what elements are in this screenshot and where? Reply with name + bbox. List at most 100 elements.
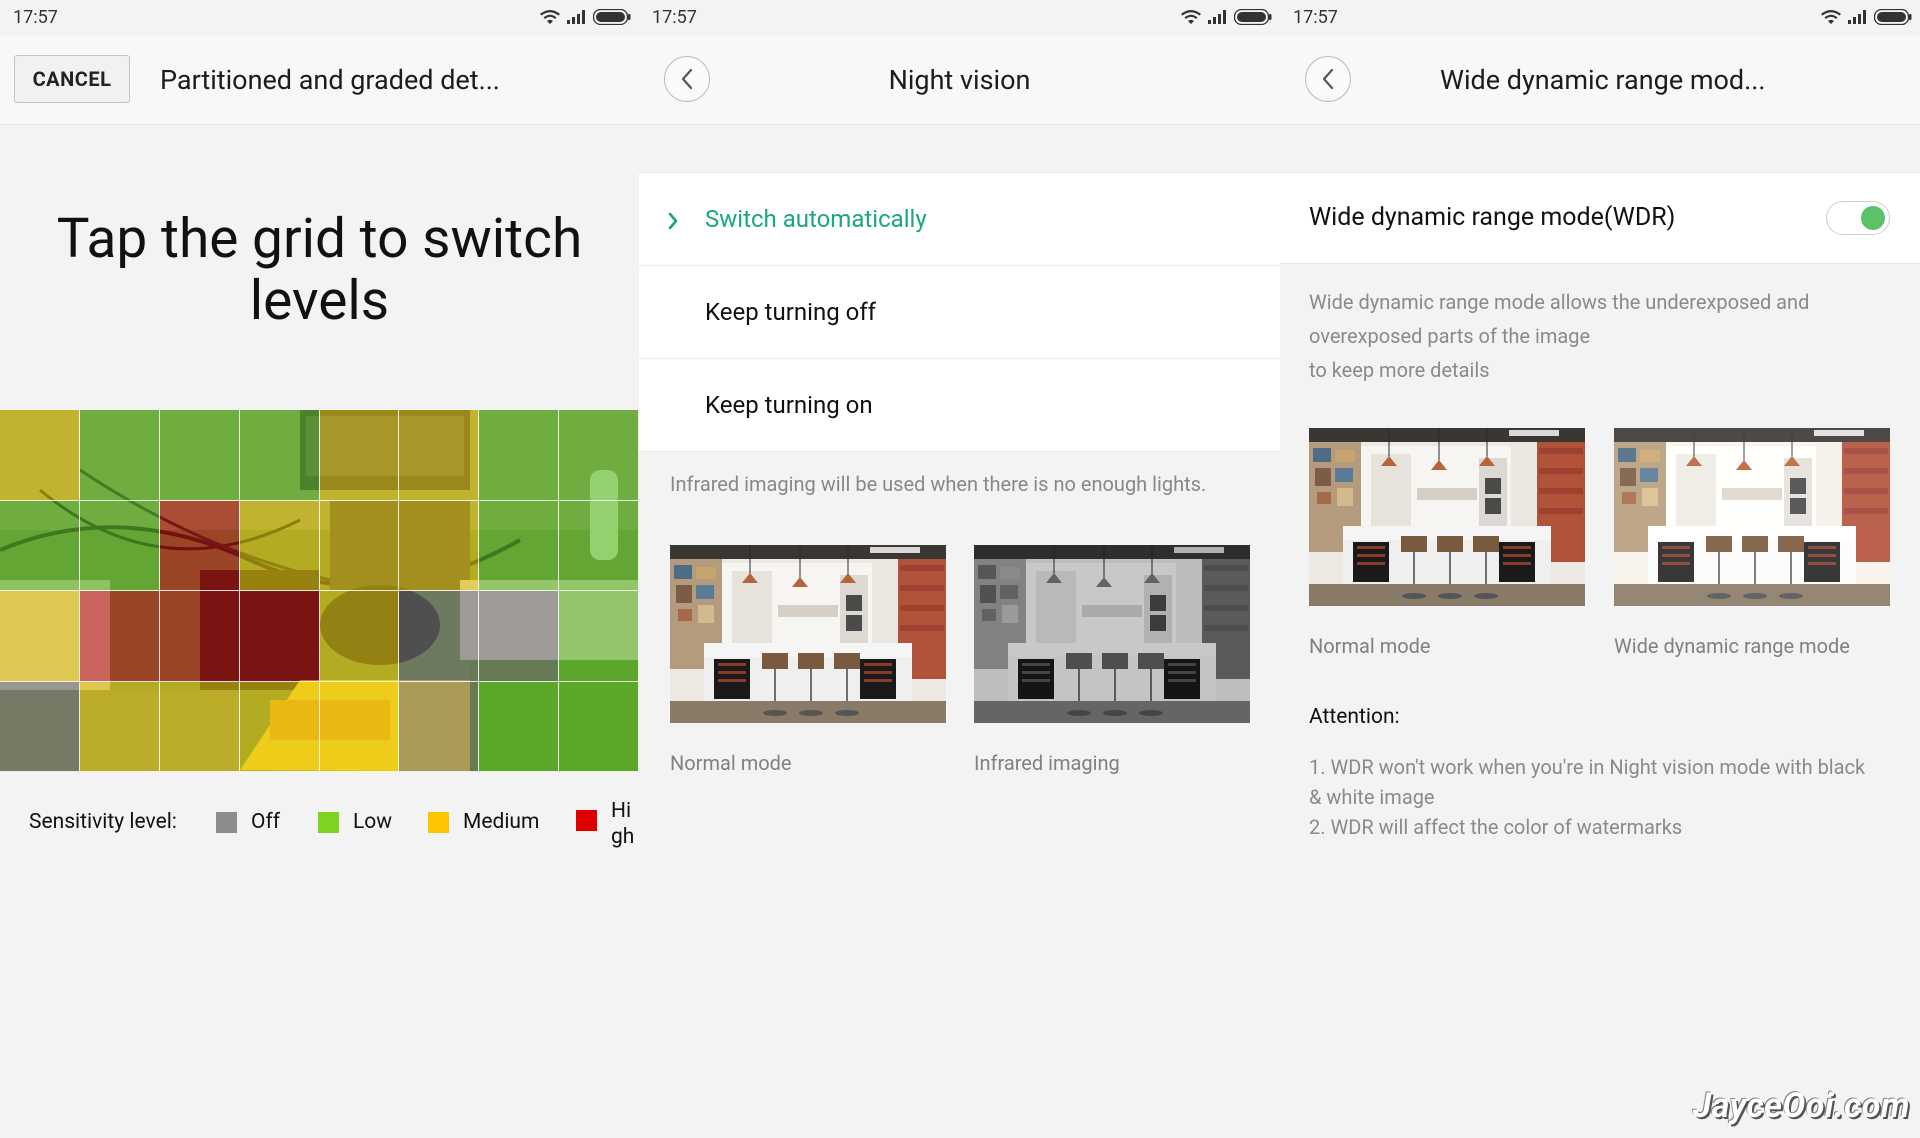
grid-cell-low[interactable] [239,410,320,501]
option-label: Keep turning off [705,298,876,326]
image-caption: Wide dynamic range mode [1614,634,1850,658]
grid-cell-low[interactable] [559,681,639,772]
grid-cell-medium[interactable] [319,591,400,682]
grid-cell-off[interactable] [479,591,560,682]
grid-cell-low[interactable] [479,500,560,591]
night-vision-options: Switch automatically Keep turning off Ke… [639,172,1280,452]
option-label: Switch automatically [705,205,927,233]
normal-mode-image [1309,428,1585,606]
legend-item-off: Off [216,810,280,834]
status-time: 17:57 [1293,7,1338,28]
instruction-line: levels [249,269,390,333]
signal-icon [1208,10,1226,24]
chevron-left-icon [1322,68,1334,90]
wifi-icon [540,10,560,24]
signal-icon [567,10,585,24]
night-vision-hint: Infrared imaging will be used when there… [670,472,1207,496]
grid-cell-medium[interactable] [0,591,80,682]
back-button[interactable] [1305,56,1351,102]
wdr-setting-row: Wide dynamic range mode(WDR) [1280,172,1920,264]
wdr-toggle[interactable] [1826,201,1890,235]
wdr-panel: 17:57 Wide dynamic range mod... Wide dyn… [1280,0,1920,1138]
motion-detection-panel: 17:57 CANCEL Partitioned and graded det.… [0,0,639,1138]
chevron-right-icon [667,173,679,265]
wifi-icon [1181,10,1201,24]
infrared-image [974,545,1250,723]
grid-cell-off[interactable] [0,681,80,772]
option-switch-automatically[interactable]: Switch automatically [639,173,1280,266]
grid-cell-medium[interactable] [239,500,320,591]
option-keep-turning-off[interactable]: Keep turning off [639,266,1280,359]
attention-notes: 1. WDR won't work when you're in Night v… [1309,752,1909,842]
normal-mode-image [670,545,946,723]
note-line: & white image [1309,785,1435,809]
legend-title: Sensitivity level: [29,810,177,834]
grid-cell-medium[interactable] [319,500,400,591]
wdr-mode-sample: Wide dynamic range mode [1614,428,1890,658]
sensitivity-legend: Sensitivity level: Off Low Medium High [29,798,639,858]
grid-cell-low[interactable] [0,500,80,591]
image-caption: Normal mode [1309,634,1431,658]
normal-mode-sample: Normal mode [1309,428,1585,658]
note-line: 2. WDR will affect the color of watermar… [1309,815,1683,839]
option-keep-turning-on[interactable]: Keep turning on [639,359,1280,451]
legend-swatch-low [318,811,339,833]
grid-cell-low[interactable] [479,410,560,501]
grid-cell-high[interactable] [159,591,240,682]
grid-cell-medium[interactable] [0,410,80,501]
status-time: 17:57 [13,7,58,28]
grid-cell-low[interactable] [479,681,560,772]
legend-swatch-off [216,811,237,833]
legend-label-low: Low [353,810,393,834]
legend-swatch-medium [428,811,449,833]
legend-label-off: Off [251,810,281,834]
grid-cell-high[interactable] [239,591,320,682]
page-title: Wide dynamic range mod... [1440,64,1766,96]
grid-cells [0,410,639,772]
night-vision-panel: 17:57 Night vision Switch automatically … [639,0,1280,1138]
battery-icon [1234,9,1272,25]
legend-swatch-high [576,810,597,831]
grid-cell-medium[interactable] [239,681,320,772]
detection-grid[interactable] [0,410,639,772]
legend-item-medium: Medium [428,810,539,834]
grid-cell-medium[interactable] [319,410,400,501]
grid-cell-medium[interactable] [399,410,480,501]
legend-item-high: High [576,798,637,850]
status-bar: 17:57 [0,0,639,36]
image-caption: Infrared imaging [974,751,1120,775]
wdr-mode-image [1614,428,1890,606]
grid-cell-low[interactable] [559,410,639,501]
note-line: 1. WDR won't work when you're in Night v… [1309,755,1866,779]
grid-cell-medium[interactable] [79,681,160,772]
status-bar: 17:57 [639,0,1280,36]
cancel-button[interactable]: CANCEL [14,55,130,103]
option-label: Keep turning on [705,391,873,419]
page-title: Night vision [888,64,1031,96]
grid-cell-off[interactable] [399,591,480,682]
grid-cell-low[interactable] [79,410,160,501]
instruction-heading: Tap the grid to switch levels [0,208,639,332]
battery-icon [1874,9,1912,25]
wifi-icon [1821,10,1841,24]
title-bar: Night vision [639,36,1280,125]
grid-cell-medium[interactable] [319,681,400,772]
grid-cell-high[interactable] [79,591,160,682]
grid-cell-medium[interactable] [159,681,240,772]
normal-mode-sample: Normal mode [670,545,946,775]
legend-item-low: Low [318,810,392,834]
page-title: Partitioned and graded det... [160,64,500,96]
grid-cell-off[interactable] [399,681,480,772]
title-bar: CANCEL Partitioned and graded det... [0,36,639,125]
signal-icon [1848,10,1866,24]
description-line: overexposed parts of the image [1309,324,1591,348]
grid-cell-high[interactable] [159,500,240,591]
grid-cell-low[interactable] [79,500,160,591]
grid-cell-low[interactable] [159,410,240,501]
grid-cell-medium[interactable] [399,500,480,591]
legend-label-high: High [611,799,635,849]
watermark-logo: JayceOoi.com [1692,1086,1910,1126]
grid-cell-low[interactable] [559,500,639,591]
status-time: 17:57 [652,7,697,28]
grid-cell-low[interactable] [559,591,639,682]
